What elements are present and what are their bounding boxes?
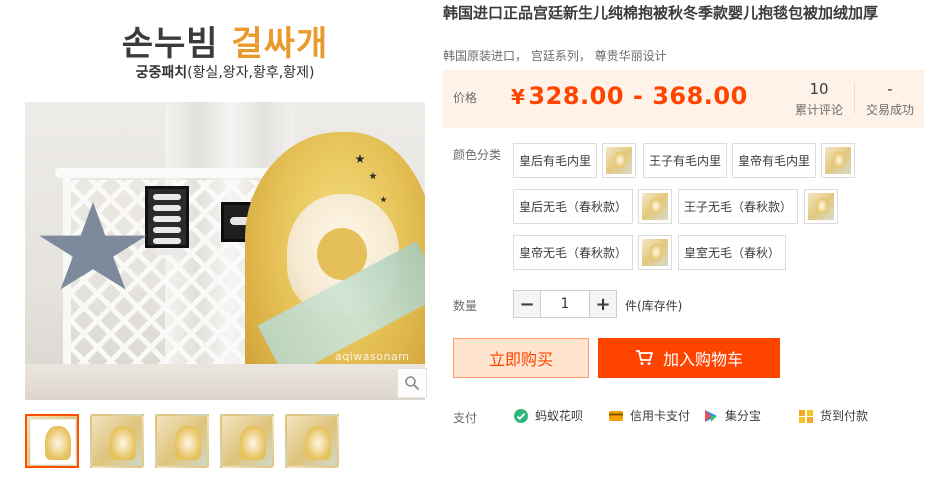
option-empress-fur[interactable]: 皇后有毛内里 <box>513 143 597 178</box>
credit-card-icon <box>609 410 623 421</box>
option-prince-fur[interactable]: 王子有毛内里 <box>643 143 727 178</box>
quantity-stepper: − + <box>513 290 617 318</box>
price-label: 价格 <box>453 91 478 105</box>
review-count-number: 10 <box>809 80 829 98</box>
product-title: 韩国进口正品宫廷新生儿纯棉抱被秋冬季款婴儿抱毯包被加绒加厚 <box>443 4 879 22</box>
option-prince-nofur[interactable]: 王子无毛（春秋款） <box>678 189 798 224</box>
thumbnail-3[interactable] <box>155 414 209 468</box>
brand-title-orange: 걸싸개 <box>231 24 329 64</box>
option-emperor-fur[interactable]: 皇帝有毛内里 <box>732 143 816 178</box>
magnifier-icon <box>405 376 420 391</box>
payment-cod-label: 货到付款 <box>820 409 869 423</box>
price-range-value: 328.00 - 368.00 <box>528 82 748 110</box>
quantity-label: 数量 <box>453 299 478 313</box>
payment-huabei-label: 蚂蚁花呗 <box>535 409 584 423</box>
mustache-frame <box>145 186 189 255</box>
banner-header: 손누빔 걸싸개 궁중패치(황실,왕자,황후,황제) <box>25 0 425 102</box>
thumbnail-strip <box>25 414 339 468</box>
payment-credit-card[interactable]: 信用卡支付 <box>608 407 690 424</box>
add-to-cart-label: 加入购物车 <box>662 350 743 369</box>
payment-credit-card-label: 信用卡支付 <box>630 409 691 423</box>
sales-count-label: 交易成功 <box>865 103 914 117</box>
price-range: ¥328.00 - 368.00 <box>511 82 748 110</box>
payment-cash-on-delivery[interactable]: 货到付款 <box>798 407 868 424</box>
quantity-input[interactable] <box>540 291 590 317</box>
zoom-button[interactable] <box>397 368 427 398</box>
option-empress-nofur[interactable]: 皇后无毛（春秋款） <box>513 189 633 224</box>
quantity-unit: 件(库存件) <box>625 299 683 313</box>
option-thumb-icon[interactable] <box>804 189 838 224</box>
payment-huabei[interactable]: 蚂蚁花呗 <box>513 407 583 424</box>
review-count[interactable]: 10 累计评论 <box>783 80 855 118</box>
payment-jifenbao[interactable]: 集分宝 <box>703 407 761 424</box>
color-label: 颜色分类 <box>453 148 502 162</box>
option-emperor-nofur[interactable]: 皇帝无毛（春秋款） <box>513 235 633 270</box>
option-royal-nofur[interactable]: 皇室无毛（春秋） <box>678 235 786 270</box>
product-subtitle: 韩国原装进口， 宫廷系列， 尊贵华丽设计 <box>443 49 667 63</box>
product-photo: aqiwasonam <box>25 102 425 400</box>
cart-icon <box>635 350 653 365</box>
review-count-label: 累计评论 <box>794 103 843 117</box>
add-to-cart-button[interactable]: 加入购物车 <box>598 338 780 378</box>
brand-title: 손누빔 걸싸개 <box>25 16 425 65</box>
brand-subtitle-bold: 궁중패치 <box>135 65 188 81</box>
brand-subtitle: 궁중패치(황실,왕자,황후,황제) <box>25 62 425 82</box>
price-panel: 价格 ¥328.00 - 368.00 10 累计评论 - 交易成功 <box>443 70 924 128</box>
main-product-image[interactable]: 손누빔 걸싸개 궁중패치(황실,왕자,황후,황제) aqiwasonam <box>25 0 425 400</box>
thumbnail-2[interactable] <box>90 414 144 468</box>
cash-on-delivery-icon <box>799 409 813 423</box>
sales-count-number: - <box>887 80 893 98</box>
thumbnail-4[interactable] <box>220 414 274 468</box>
brand-title-dark: 손누빔 <box>121 24 219 64</box>
huabei-icon <box>514 408 528 423</box>
payment-jifenbao-label: 集分宝 <box>725 409 762 423</box>
currency-symbol: ¥ <box>511 85 526 109</box>
thumbnail-5[interactable] <box>285 414 339 468</box>
option-thumb-icon[interactable] <box>638 189 672 224</box>
payment-label: 支付 <box>453 411 478 425</box>
jifenbao-icon <box>705 409 717 422</box>
sales-count: - 交易成功 <box>855 80 925 118</box>
quantity-decrease-button[interactable]: − <box>514 291 540 317</box>
thumbnail-1[interactable] <box>25 414 79 468</box>
option-thumb-icon[interactable] <box>602 143 636 178</box>
buy-now-button[interactable]: 立即购买 <box>453 338 589 378</box>
option-thumb-icon[interactable] <box>821 143 855 178</box>
brand-subtitle-rest: (황실,왕자,황후,황제) <box>187 65 315 81</box>
watermark: aqiwasonam <box>335 350 410 363</box>
option-thumb-icon[interactable] <box>638 235 672 270</box>
quantity-increase-button[interactable]: + <box>590 291 616 317</box>
